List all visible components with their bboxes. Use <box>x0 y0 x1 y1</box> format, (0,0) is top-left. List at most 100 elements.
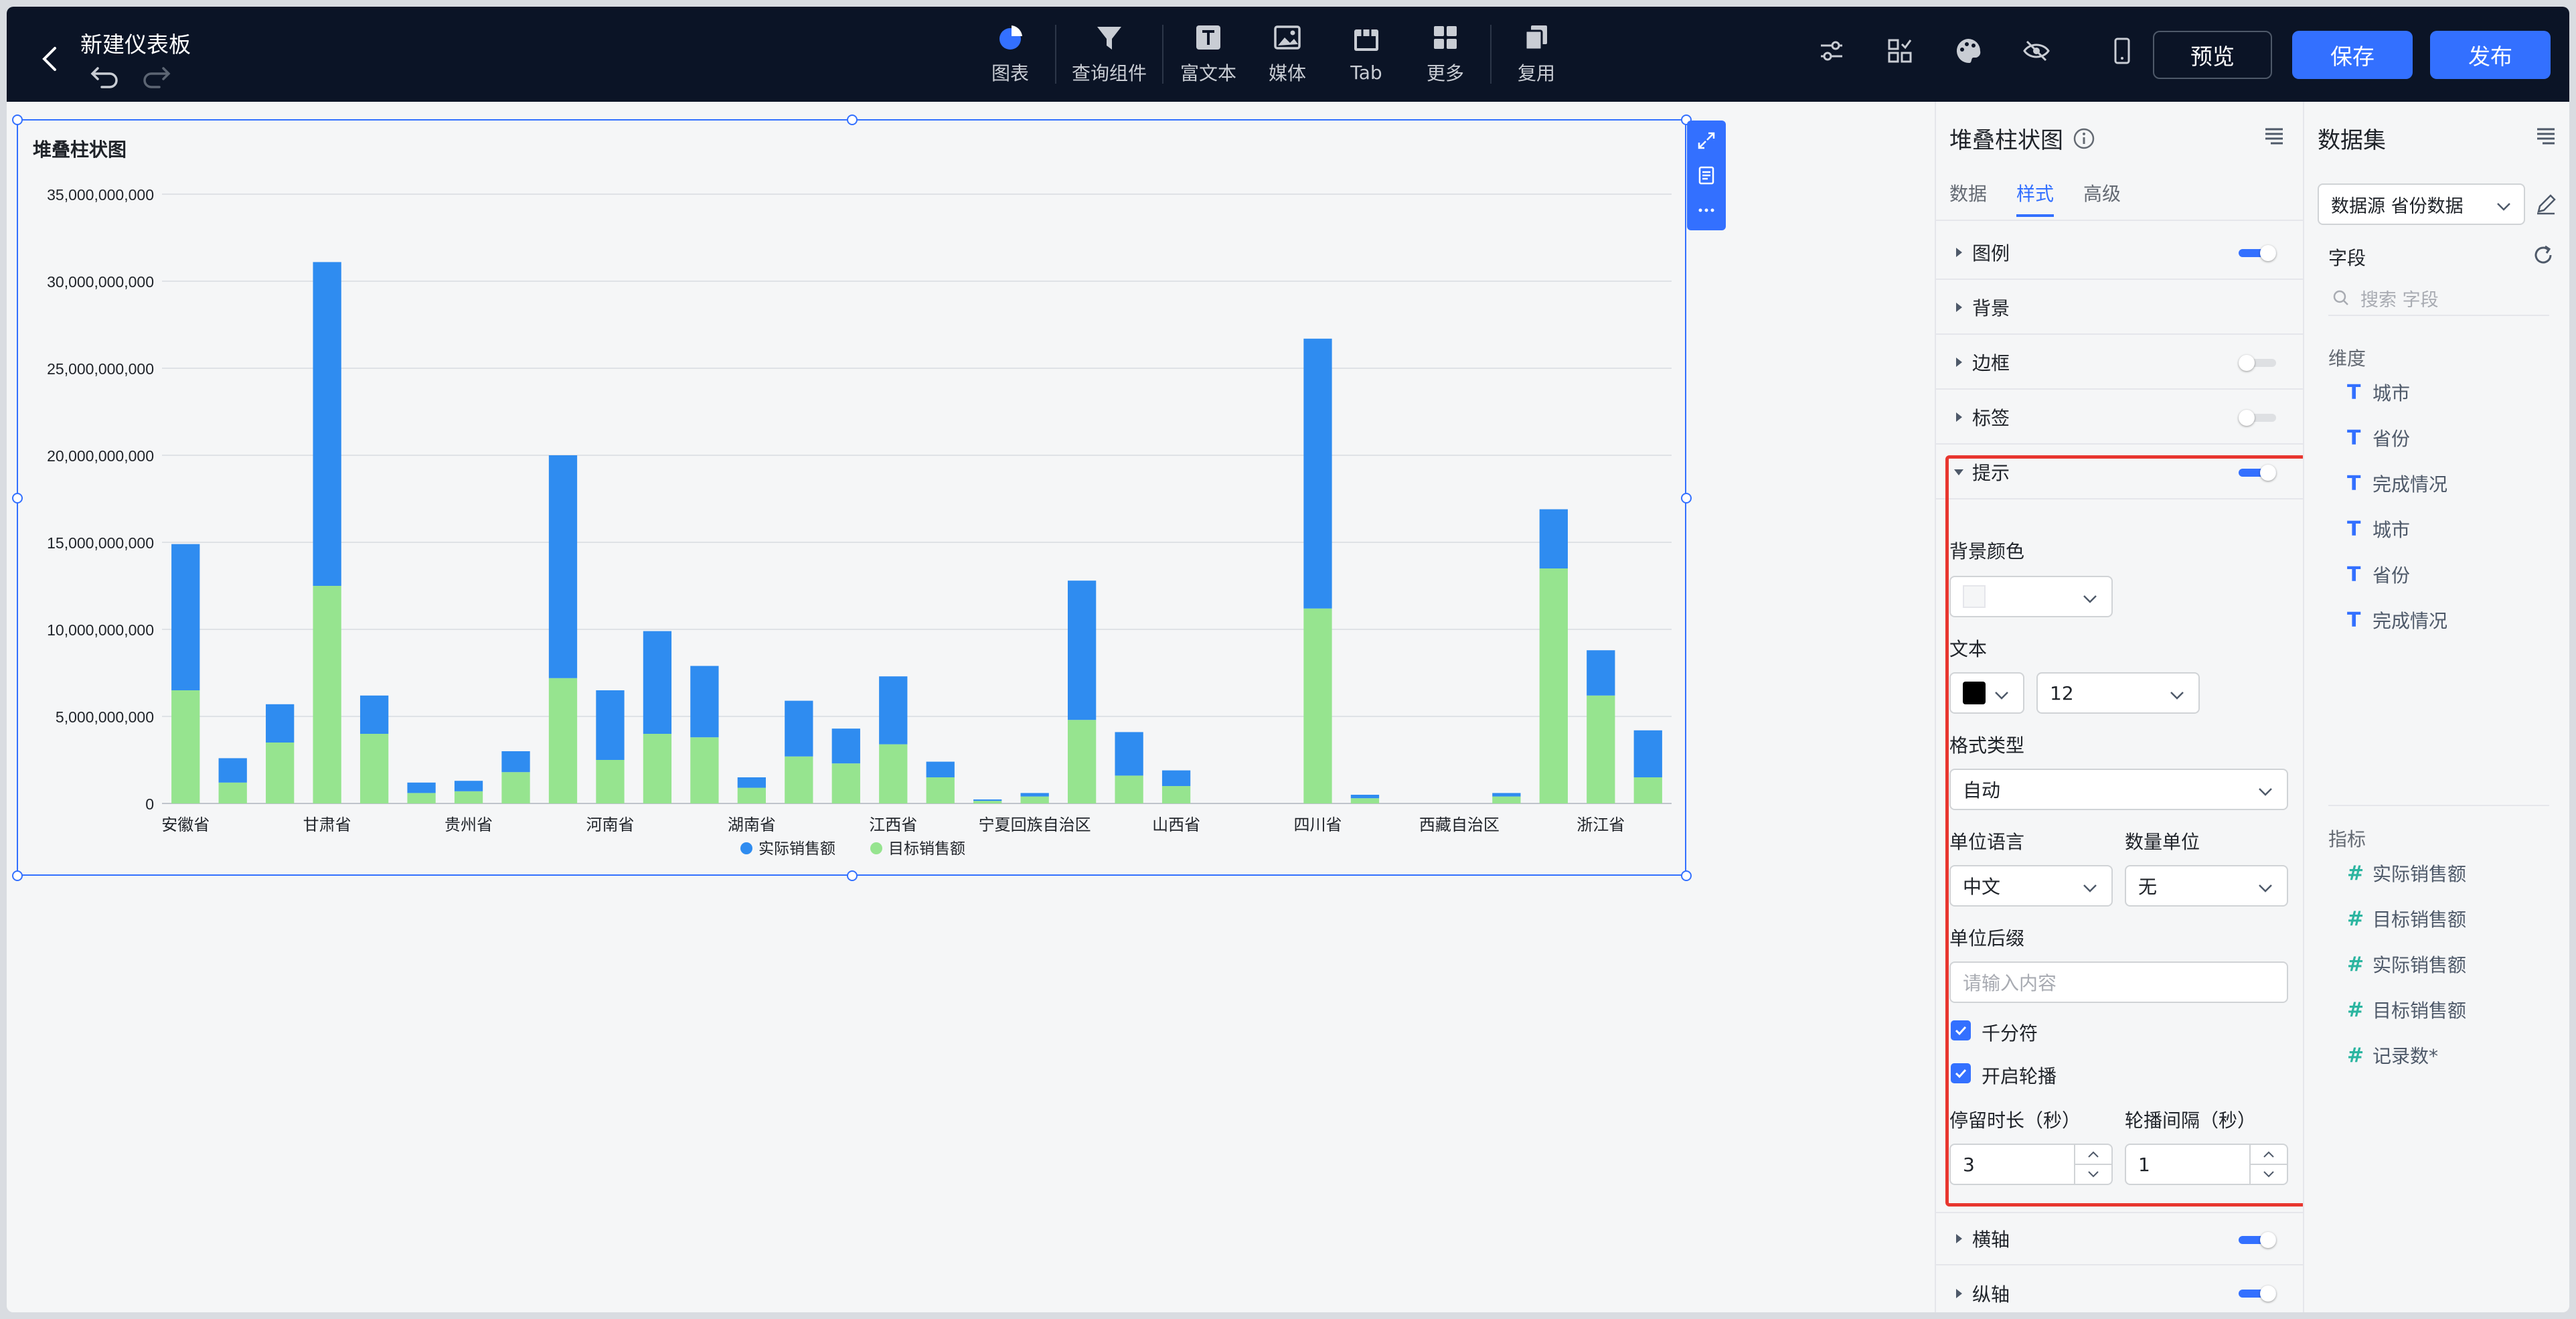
dimension-field[interactable]: T 城市 <box>2347 516 2410 542</box>
theme-button[interactable] <box>1951 33 1986 68</box>
tab-advanced[interactable]: 高级 <box>2083 179 2121 206</box>
hide-button[interactable] <box>2019 33 2054 68</box>
metric-field[interactable]: # 实际销售额 <box>2347 860 2466 886</box>
y-tick-label: 20,000,000,000 <box>47 447 154 465</box>
section-background[interactable]: 背景 <box>1936 281 2303 335</box>
settings-button[interactable] <box>1814 33 1849 68</box>
tool-reuse[interactable]: 复用 <box>1497 7 1576 102</box>
bar-actual <box>596 690 625 760</box>
x-tick-label: 江西省 <box>869 816 917 834</box>
back-button[interactable] <box>31 39 71 79</box>
more-button[interactable] <box>1693 197 1720 224</box>
bar-actual <box>643 631 672 734</box>
bar-target <box>454 791 483 803</box>
resize-handle[interactable] <box>1681 870 1692 881</box>
metric-field[interactable]: # 实际销售额 <box>2347 951 2466 978</box>
divider <box>1490 25 1492 84</box>
border-toggle[interactable] <box>2239 355 2276 371</box>
widget-toolbar <box>1687 121 1726 230</box>
details-button[interactable] <box>1693 162 1720 189</box>
resize-handle[interactable] <box>847 870 858 881</box>
legend-toggle[interactable] <box>2239 245 2276 261</box>
tool-tab[interactable]: Tab <box>1327 7 1406 102</box>
section-border[interactable]: 边框 <box>1936 336 2303 390</box>
section-x-axis[interactable]: 横轴 <box>1936 1212 2303 1265</box>
tool-richtext[interactable]: 富文本 <box>1169 7 1248 102</box>
tool-label: 查询组件 <box>1071 62 1147 84</box>
resize-handle[interactable] <box>847 114 858 125</box>
section-legend[interactable]: 图例 <box>1936 226 2303 280</box>
resize-handle[interactable] <box>12 493 23 503</box>
document-icon <box>1698 166 1714 185</box>
dimension-field[interactable]: T 省份 <box>2347 424 2410 451</box>
info-icon[interactable] <box>2073 127 2095 150</box>
tab-data[interactable]: 数据 <box>1949 179 1987 206</box>
dimension-field[interactable]: T 完成情况 <box>2347 470 2447 497</box>
sliders-icon <box>1821 41 1842 61</box>
bar-target <box>313 586 341 803</box>
publish-button[interactable]: 发布 <box>2430 31 2551 79</box>
metric-field[interactable]: # 目标销售额 <box>2347 905 2466 932</box>
text-icon <box>1196 25 1220 50</box>
y-tick-label: 35,000,000,000 <box>47 186 154 204</box>
dimension-field[interactable]: T 城市 <box>2347 379 2410 406</box>
save-button[interactable]: 保存 <box>2292 31 2413 79</box>
section-label-settings[interactable]: 标签 <box>1936 391 2303 445</box>
bar-target <box>1633 777 1662 803</box>
chart-widget[interactable]: 堆叠柱状图 0 5,000,000,000 10,000,000,000 15,000… <box>12 114 1692 881</box>
undo-button[interactable] <box>86 64 119 91</box>
x-tick-label: 贵州省 <box>445 816 493 834</box>
tool-query[interactable]: 查询组件 <box>1062 7 1157 102</box>
field-label: 实际销售额 <box>2372 954 2467 976</box>
resize-handle[interactable] <box>12 114 23 125</box>
x-axis-toggle[interactable] <box>2239 1232 2276 1248</box>
text-type-icon: T <box>2347 380 2361 404</box>
bar-actual <box>1350 795 1380 799</box>
tool-more[interactable]: 更多 <box>1406 7 1485 102</box>
bar-target <box>1350 798 1380 803</box>
dashboard-canvas[interactable]: 堆叠柱状图 0 5,000,000,000 10,000,000,000 15,000… <box>7 102 1935 1312</box>
dimension-field[interactable]: T 省份 <box>2347 561 2410 588</box>
undo-icon <box>90 67 118 88</box>
y-axis-toggle[interactable] <box>2239 1286 2276 1302</box>
bar-target <box>596 760 625 803</box>
refresh-icon[interactable] <box>2532 244 2555 266</box>
section-y-axis[interactable]: 纵轴 <box>1936 1267 2303 1312</box>
tool-media[interactable]: 媒体 <box>1248 7 1327 102</box>
resize-handle[interactable] <box>1681 493 1692 503</box>
metric-field[interactable]: # 记录数* <box>2347 1042 2438 1069</box>
panel-title: 数据集 <box>2318 127 2386 154</box>
expand-button[interactable] <box>1693 127 1720 154</box>
preview-button[interactable]: 预览 <box>2153 31 2272 79</box>
section-label: 背景 <box>1972 297 2010 319</box>
label-toggle[interactable] <box>2239 410 2276 426</box>
chevron-down-icon <box>2497 203 2510 211</box>
resize-handle[interactable] <box>12 870 23 881</box>
tab-style[interactable]: 样式 <box>2016 179 2055 217</box>
dataset-select[interactable]: 数据源 省份数据 <box>2318 183 2525 225</box>
mobile-button[interactable] <box>2105 33 2140 68</box>
divider <box>1936 220 2303 221</box>
tool-chart[interactable]: 图表 <box>971 7 1050 102</box>
redo-button[interactable] <box>142 64 175 91</box>
dashboard-title[interactable]: 新建仪表板 <box>80 27 191 59</box>
x-tick-label: 西藏自治区 <box>1419 816 1500 834</box>
field-search-input[interactable]: 搜索 字段 <box>2328 281 2549 316</box>
bar-target <box>831 763 860 803</box>
field-label: 记录数* <box>2372 1045 2439 1067</box>
bar-actual <box>266 704 295 743</box>
metric-field[interactable]: # 目标销售额 <box>2347 996 2466 1023</box>
edit-icon[interactable] <box>2534 193 2557 216</box>
layout-button[interactable] <box>1882 33 1917 68</box>
text-type-icon: T <box>2347 517 2361 541</box>
dimension-field[interactable]: T 完成情况 <box>2347 607 2447 633</box>
y-tick-label: 5,000,000,000 <box>56 708 154 726</box>
bar-target <box>643 734 672 803</box>
collapse-panel-icon[interactable] <box>2263 125 2285 147</box>
collapse-panel-icon[interactable] <box>2534 125 2557 147</box>
redo-icon <box>143 67 171 88</box>
bar-actual <box>690 666 719 738</box>
metrics-title: 指标 <box>2328 828 2366 850</box>
panel-header: 堆叠柱状图 <box>1949 122 2095 155</box>
text-type-icon: T <box>2347 562 2361 587</box>
